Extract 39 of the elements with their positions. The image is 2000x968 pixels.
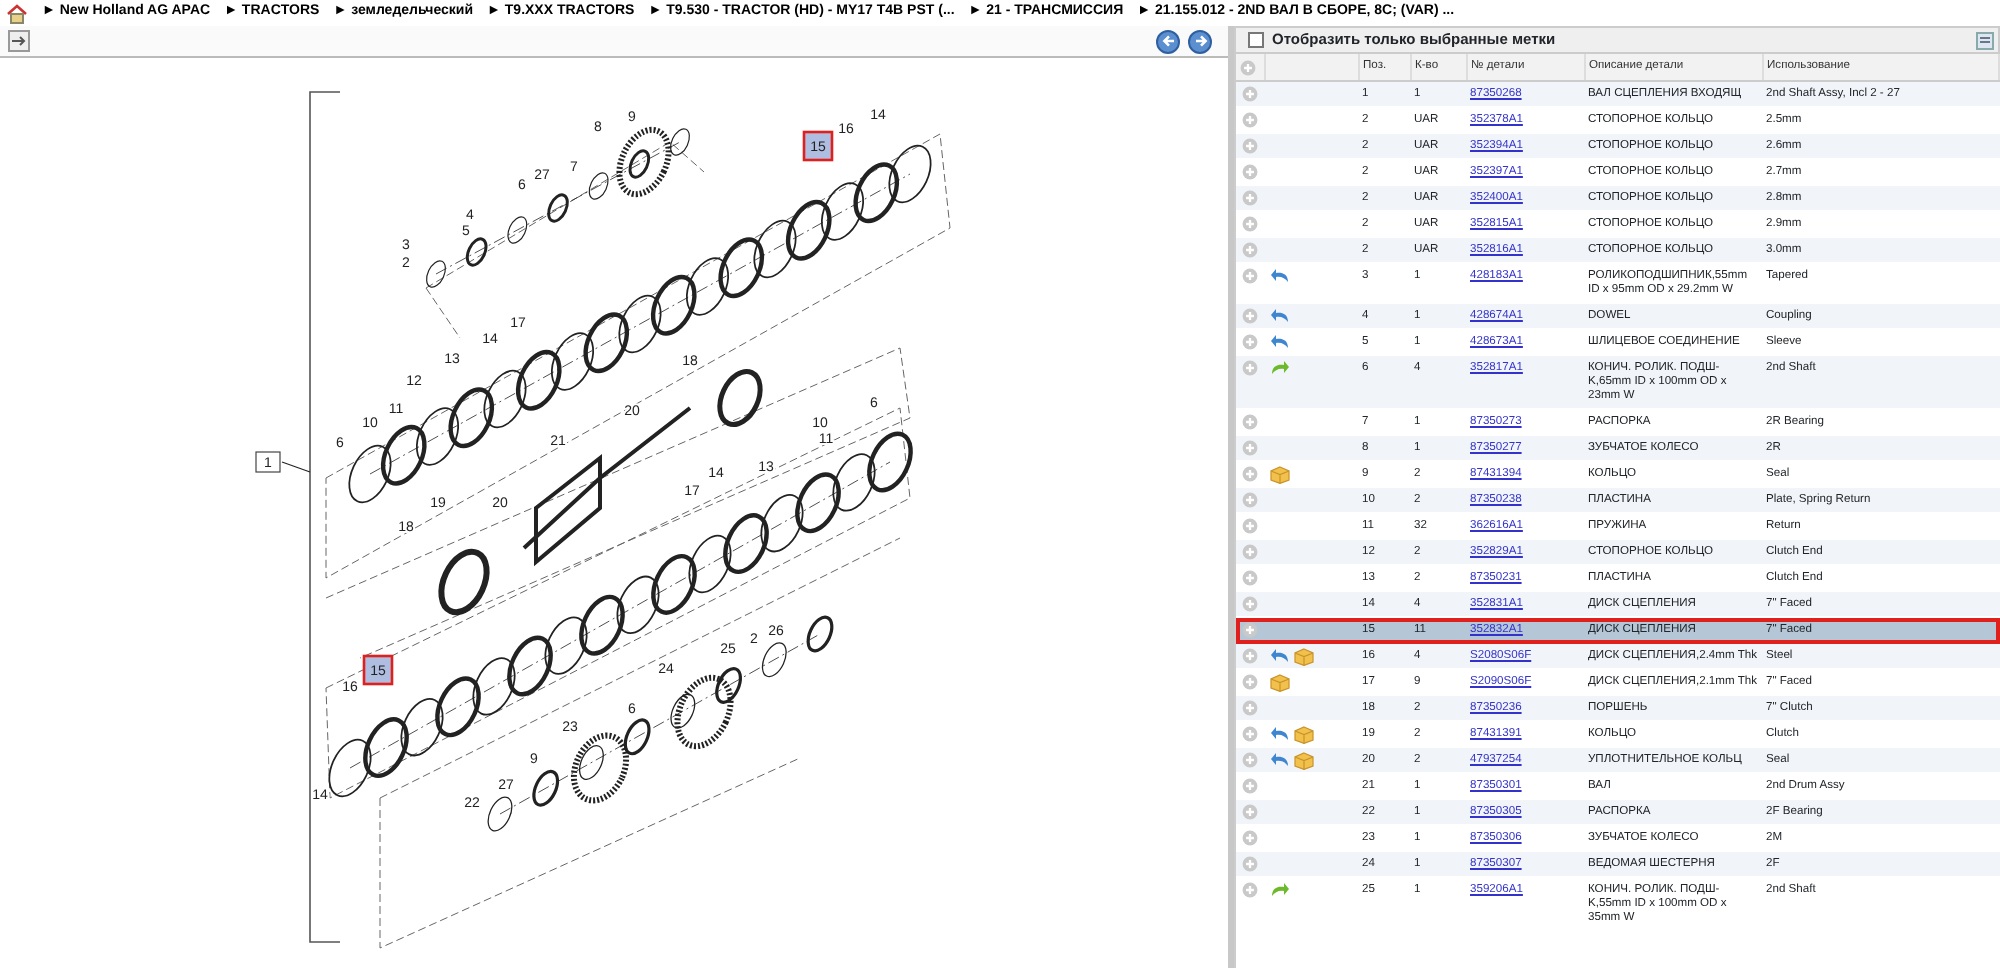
- expand-icon[interactable]: [1242, 804, 1258, 820]
- expand-all-icon[interactable]: [1240, 60, 1256, 76]
- expand-icon[interactable]: [1242, 622, 1258, 638]
- expand-icon[interactable]: [1242, 268, 1258, 284]
- settings-icon[interactable]: [1976, 31, 1994, 49]
- expand-icon[interactable]: [1242, 700, 1258, 716]
- arrow-right-icon: [1193, 34, 1207, 48]
- expand-icon[interactable]: [1242, 674, 1258, 690]
- expand-icon[interactable]: [1242, 830, 1258, 846]
- expand-icon[interactable]: [1242, 752, 1258, 768]
- forward-button[interactable]: [1188, 29, 1212, 53]
- expand-icon[interactable]: [1242, 726, 1258, 742]
- expand-icon[interactable]: [1242, 570, 1258, 586]
- expand-icon[interactable]: [1242, 778, 1258, 794]
- expand-icon[interactable]: [1242, 492, 1258, 508]
- expand-icon[interactable]: [1242, 242, 1258, 258]
- expand-icon[interactable]: [1242, 360, 1258, 376]
- expand-icon[interactable]: [1242, 308, 1258, 324]
- expand-icon[interactable]: [1242, 334, 1258, 350]
- back-button[interactable]: [1156, 29, 1180, 53]
- home-icon[interactable]: [6, 3, 28, 23]
- expand-icon[interactable]: [1242, 882, 1258, 898]
- expand-icon[interactable]: [1242, 190, 1258, 206]
- expand-icon[interactable]: [1242, 86, 1258, 102]
- checkbox[interactable]: [1248, 32, 1264, 48]
- expand-icon[interactable]: [1242, 138, 1258, 154]
- expand-icon[interactable]: [1242, 466, 1258, 482]
- expand-icon[interactable]: [1242, 856, 1258, 872]
- expand-icon[interactable]: [1242, 648, 1258, 664]
- expand-icon[interactable]: [1242, 112, 1258, 128]
- expand-icon[interactable]: [1242, 164, 1258, 180]
- expand-icon[interactable]: [1242, 518, 1258, 534]
- expand-icon[interactable]: [1242, 544, 1258, 560]
- expand-icon[interactable]: [1242, 596, 1258, 612]
- expand-icon[interactable]: [1242, 440, 1258, 456]
- expand-icon[interactable]: [1242, 414, 1258, 430]
- arrow-left-icon: [1161, 34, 1175, 48]
- export-icon[interactable]: [8, 30, 30, 52]
- expand-icon[interactable]: [1242, 216, 1258, 232]
